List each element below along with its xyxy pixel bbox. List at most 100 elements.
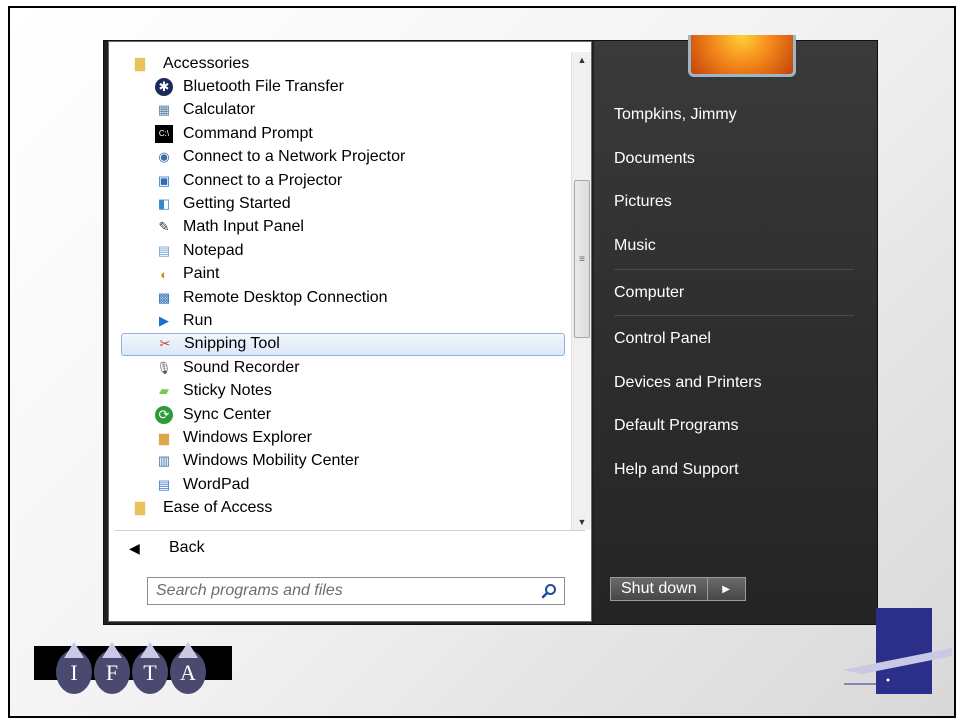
math-input-icon: ✎ (158, 219, 170, 235)
mobility-center-icon: ▥ (157, 453, 171, 469)
getting-started-icon: ◧ (157, 195, 171, 211)
folder-icon: ▇ (135, 55, 145, 71)
explorer-folder-icon: ▆ (159, 429, 169, 445)
place-label: Documents (614, 150, 695, 167)
program-item[interactable]: ▆ Windows Explorer (121, 426, 565, 449)
place-label: Computer (614, 284, 685, 301)
snipping-tool-icon: ✂ (159, 336, 171, 352)
place-label: Default Programs (614, 417, 739, 434)
place-help-support[interactable]: Help and Support (614, 456, 854, 484)
scroll-thumb[interactable]: ≡ (574, 180, 590, 338)
svg-text:T: T (143, 660, 157, 685)
program-label: Run (183, 311, 213, 329)
search-icon[interactable] (534, 578, 564, 604)
program-item[interactable]: ▥ Windows Mobility Center (121, 450, 565, 473)
program-label: Sticky Notes (183, 382, 272, 400)
program-item[interactable]: ▶ Run (121, 309, 565, 332)
program-label: Command Prompt (183, 124, 313, 142)
program-label: Ease of Access (163, 499, 273, 517)
program-label: Math Input Panel (183, 218, 304, 236)
program-label: Bluetooth File Transfer (183, 77, 344, 95)
program-folder[interactable]: ▇ Accessories (121, 52, 565, 75)
corner-logo (842, 608, 952, 694)
place-control-panel[interactable]: Control Panel (614, 325, 854, 353)
program-item[interactable]: ⟳ Sync Center (121, 403, 565, 426)
program-label: Calculator (183, 101, 256, 119)
program-item[interactable]: ◐ Paint (121, 263, 565, 286)
programs-scrollbar[interactable]: ▲ ≡ ▼ (571, 52, 591, 530)
user-avatar[interactable] (688, 35, 796, 77)
sync-icon: ⟳ (155, 405, 173, 424)
scroll-down-button[interactable]: ▼ (572, 514, 592, 530)
place-music[interactable]: Music (614, 232, 854, 260)
programs-list: ▇ Accessories ✱ Bluetooth File Transfer ▦ Cal… (109, 52, 571, 530)
microphone-icon: 🎙 (156, 360, 172, 375)
shutdown-button[interactable]: Shut down (610, 577, 708, 601)
place-pictures[interactable]: Pictures (614, 188, 854, 216)
program-item[interactable]: 🎙 Sound Recorder (121, 356, 565, 379)
start-menu: ▇ Accessories ✱ Bluetooth File Transfer ▦ Cal… (103, 35, 878, 625)
program-item[interactable]: C:\ Command Prompt (121, 122, 565, 145)
program-item[interactable]: ◉ Connect to a Network Projector (121, 146, 565, 169)
divider (115, 530, 585, 531)
slide: ▇ Accessories ✱ Bluetooth File Transfer ▦ Cal… (8, 6, 956, 718)
program-item[interactable]: ▤ WordPad (121, 473, 565, 496)
back-label: Back (169, 539, 205, 556)
run-icon: ▶ (159, 312, 169, 328)
program-label: Sync Center (183, 405, 272, 423)
program-label: Remote Desktop Connection (183, 288, 388, 306)
triangle-right-icon: ▶ (722, 583, 730, 595)
program-item[interactable]: ▤ Notepad (121, 239, 565, 262)
separator (614, 269, 854, 270)
ifta-logo: I F T A (34, 642, 232, 694)
search-box[interactable] (147, 577, 565, 605)
program-item[interactable]: ▩ Remote Desktop Connection (121, 286, 565, 309)
program-item[interactable]: ▦ Calculator (121, 99, 565, 122)
program-label: Connect to a Network Projector (183, 148, 406, 166)
program-label: Connect to a Projector (183, 171, 343, 189)
place-label: Tompkins, Jimmy (614, 106, 737, 123)
program-item[interactable]: ✎ Math Input Panel (121, 216, 565, 239)
program-item[interactable]: ✂ Snipping Tool (121, 332, 565, 356)
back-arrow-icon: ◀ (129, 539, 140, 556)
program-item[interactable]: ◧ Getting Started (121, 192, 565, 215)
svg-text:I: I (70, 660, 77, 685)
search-input[interactable] (148, 578, 534, 604)
programs-pane: ▇ Accessories ✱ Bluetooth File Transfer ▦ Cal… (108, 41, 592, 622)
program-item[interactable]: ✱ Bluetooth File Transfer (121, 75, 565, 98)
program-label: Getting Started (183, 194, 291, 212)
program-label: Notepad (183, 241, 244, 259)
notepad-icon: ▤ (157, 242, 171, 258)
command-prompt-icon: C:\ (155, 124, 173, 143)
place-default-programs[interactable]: Default Programs (614, 412, 854, 440)
folder-icon: ▇ (135, 500, 145, 516)
program-item[interactable]: ▰ Sticky Notes (121, 380, 565, 403)
program-label: Windows Explorer (183, 428, 312, 446)
program-label: WordPad (183, 475, 250, 493)
place-devices-printers[interactable]: Devices and Printers (614, 369, 854, 397)
shutdown-options-button[interactable]: ▶ (707, 577, 746, 601)
shutdown-group: Shut down ▶ (610, 577, 746, 601)
program-label: Sound Recorder (183, 358, 300, 376)
places-pane: Tompkins, Jimmy Documents Pictures Music… (594, 35, 877, 624)
program-item[interactable]: ▣ Connect to a Projector (121, 169, 565, 192)
place-label: Control Panel (614, 330, 711, 347)
svg-text:F: F (106, 660, 118, 685)
program-folder[interactable]: ▇ Ease of Access (121, 497, 565, 520)
bluetooth-icon: ✱ (155, 77, 173, 96)
program-label: Accessories (163, 54, 250, 72)
place-label: Pictures (614, 193, 672, 210)
place-label: Devices and Printers (614, 374, 762, 391)
place-label: Help and Support (614, 461, 739, 478)
place-user[interactable]: Tompkins, Jimmy (614, 101, 854, 129)
place-documents[interactable]: Documents (614, 145, 854, 173)
calculator-icon: ▦ (157, 102, 171, 118)
back-button[interactable]: ◀ Back (129, 536, 205, 560)
place-computer[interactable]: Computer (614, 279, 854, 307)
place-label: Music (614, 237, 656, 254)
scroll-up-button[interactable]: ▲ (572, 52, 592, 68)
paint-icon: ◐ (160, 266, 168, 282)
sticky-notes-icon: ▰ (159, 383, 169, 399)
program-label: Paint (183, 265, 220, 283)
program-label: Windows Mobility Center (183, 452, 360, 470)
